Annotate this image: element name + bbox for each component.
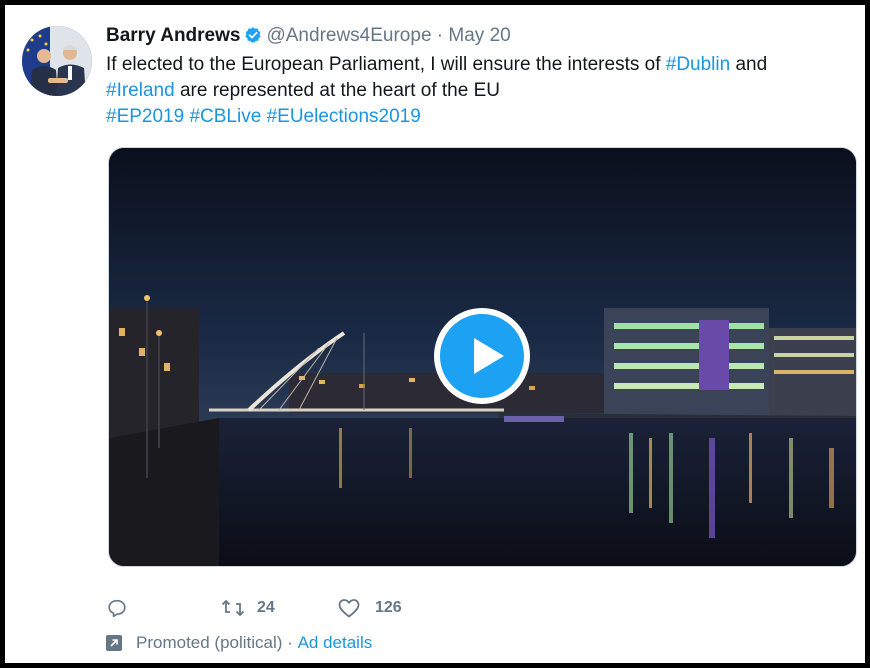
ad-details-link[interactable]: Ad details [298,633,373,653]
hashtag-euelections2019[interactable]: #EUelections2019 [267,106,421,127]
hashtag-ep2019[interactable]: #EP2019 [106,106,184,127]
tweet-text-segment: are represented at the heart of the EU [174,80,500,101]
reply-button[interactable] [106,595,128,621]
verified-badge-icon [244,26,262,44]
play-icon [474,338,504,374]
tweet-text-segment: If elected to the European Parliament, I… [106,54,666,75]
reply-icon [106,597,128,619]
hashtag-cblive[interactable]: #CBLive [189,106,261,127]
hashtag-dublin[interactable]: #Dublin [666,54,730,75]
tweet-hashtags-line: #EP2019 #CBLive #EUelections2019 [106,104,846,130]
author-name[interactable]: Barry Andrews [106,25,240,46]
tweet-header: Barry Andrews @Andrews4Europe · May 20 [106,24,511,48]
tweet-text: If elected to the European Parliament, I… [106,52,846,130]
promoted-icon [106,635,122,651]
promoted-separator: · [282,633,298,652]
promoted-line: Promoted (political) · Ad details [106,633,372,653]
tweet-text-segment: and [730,54,768,75]
video-player[interactable] [108,147,857,567]
like-count: 126 [375,599,402,616]
retweet-icon [221,597,245,619]
tweet-text-line-2: #Ireland are represented at the heart of… [106,78,846,104]
author-handle[interactable]: @Andrews4Europe [266,25,431,46]
like-button[interactable]: 126 [337,595,402,621]
author-avatar[interactable] [22,26,92,96]
retweet-count: 24 [257,599,275,616]
like-icon [337,597,361,619]
play-button[interactable] [434,308,530,404]
tweet-date[interactable]: May 20 [448,25,510,46]
retweet-button[interactable]: 24 [221,595,275,621]
promoted-label: Promoted (political) [136,633,283,652]
tweet-text-line-1: If elected to the European Parliament, I… [106,52,846,78]
hashtag-ireland[interactable]: #Ireland [106,80,175,101]
tweet-card[interactable]: Barry Andrews @Andrews4Europe · May 20 If… [0,0,870,668]
header-separator: · [436,25,444,46]
